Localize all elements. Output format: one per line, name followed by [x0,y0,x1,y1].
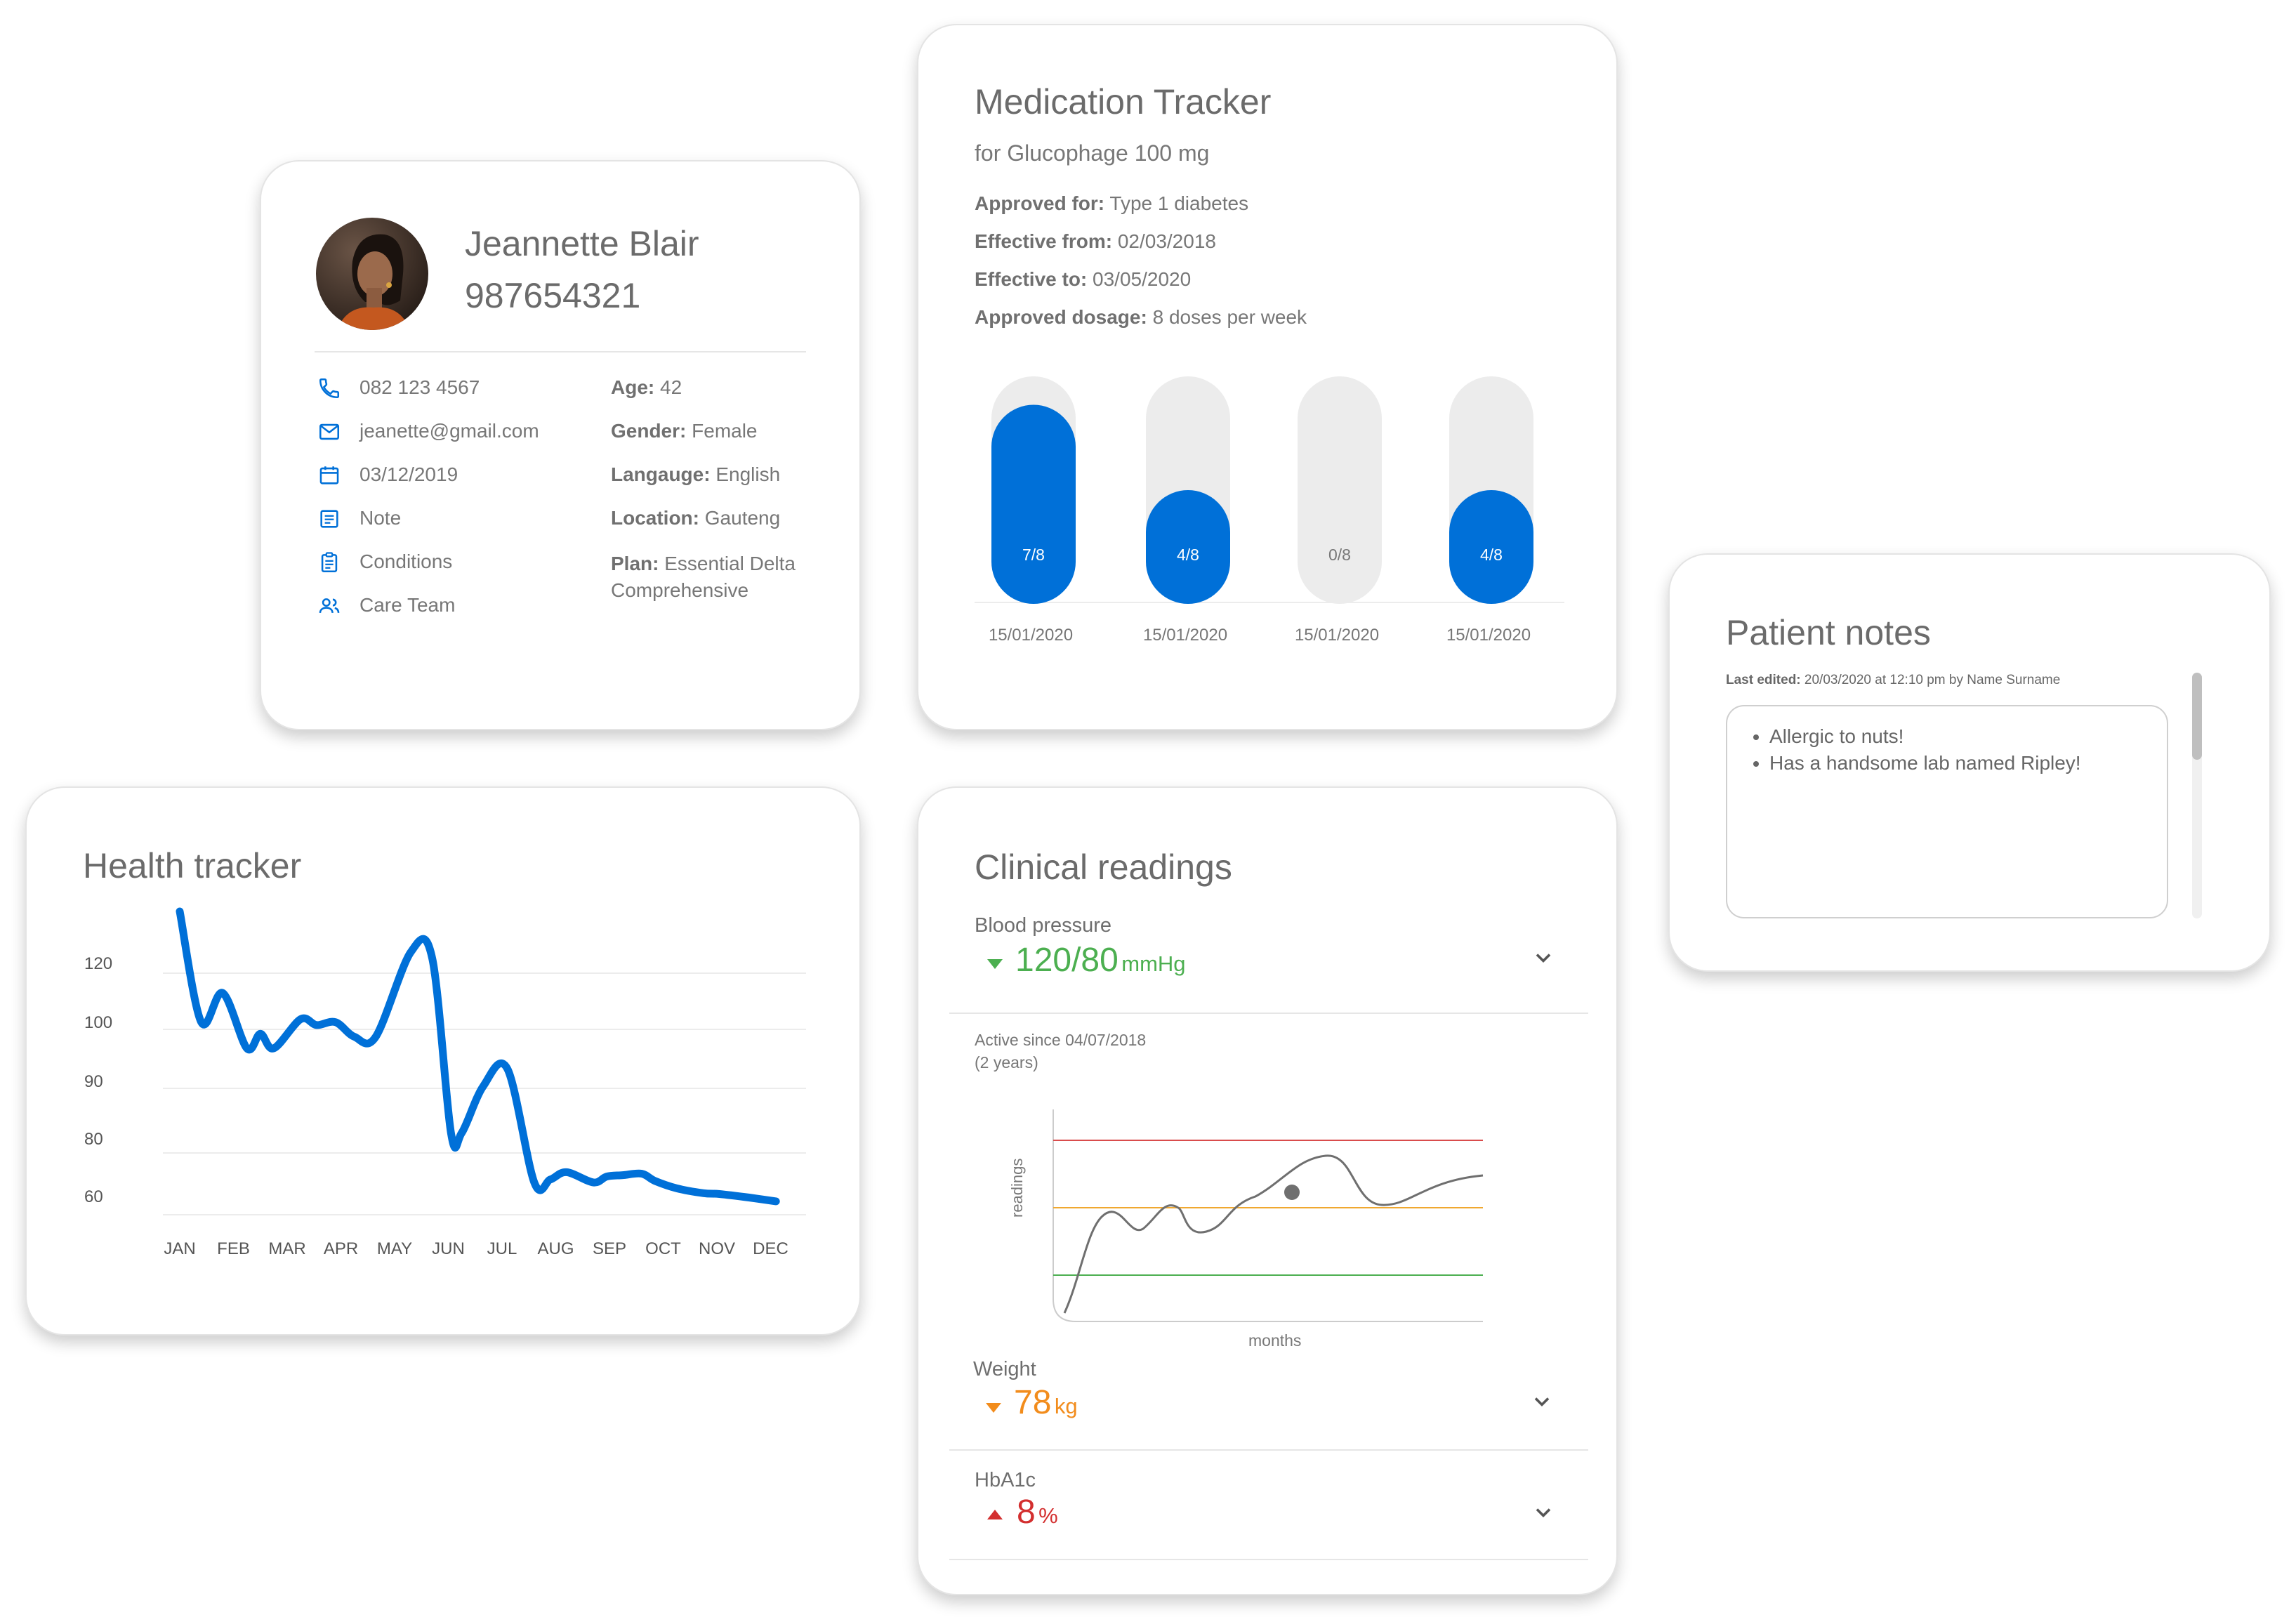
weight-row[interactable]: Weight 78 kg [918,1358,1592,1449]
x-tick-label: MAR [268,1239,305,1258]
detail-value: Gauteng [704,507,781,529]
notes-textarea[interactable]: Allergic to nuts! Has a handsome lab nam… [1726,705,2168,918]
calendar-icon [317,463,341,487]
dose-date: 15/01/2020 [1446,626,1531,645]
note-item: Allergic to nuts! [1769,723,2167,750]
clipboard-icon [317,550,341,574]
x-tick-label: JUN [432,1239,465,1258]
detail-label: Langauge: [611,463,711,485]
x-tick-label: MAY [377,1239,412,1258]
x-tick-label: NOV [699,1239,735,1258]
dose-label: 4/8 [1177,546,1199,564]
dose-date: 15/01/2020 [1143,626,1227,645]
detail-location: Location: Gauteng [611,507,780,529]
y-tick-label: 80 [84,1130,103,1149]
avatar[interactable] [316,218,428,330]
clinical-readings-card: Clinical readings Blood pressure 120/80 … [917,786,1618,1595]
scrollbar-track[interactable] [2192,673,2202,918]
divider [949,1449,1588,1451]
x-tick-label: DEC [753,1239,789,1258]
notes-list: Allergic to nuts! Has a handsome lab nam… [1727,723,2167,777]
detail-plan: Plan: Essential Delta Comprehensive [611,550,822,604]
y-tick-label: 90 [84,1072,103,1091]
hba1c-row[interactable]: HbA1c 8 % [918,1469,1592,1559]
detail-age: Age: 42 [611,376,682,399]
detail-language: Langauge: English [611,463,780,486]
mini-chart-xlabel: months [1248,1331,1302,1350]
y-tick-label: 120 [84,954,112,973]
detail-label: Location: [611,507,699,529]
medication-tracker-card: Medication Tracker for Glucophage 100 mg… [917,24,1618,730]
x-tick-label: FEB [217,1239,250,1258]
note-item: Has a handsome lab named Ripley! [1769,750,2167,777]
weight-unit: kg [1054,1394,1078,1418]
notes-title: Patient notes [1726,613,1931,652]
y-tick-label: 60 [84,1187,103,1206]
contact-date[interactable]: 03/12/2019 [359,463,458,486]
x-tick-label: JAN [164,1239,195,1258]
mail-icon [317,420,341,444]
reading-line [1063,1154,1484,1314]
chevron-down-icon[interactable] [1529,1389,1555,1414]
y-tick-label: 100 [84,1013,112,1032]
scrollbar-thumb[interactable] [2192,673,2202,760]
x-tick-label: OCT [645,1239,681,1258]
divider [949,1559,1588,1560]
last-edited: Last edited: 20/03/2020 at 12:10 pm by N… [1726,673,2060,688]
detail-label: Plan: [611,553,659,574]
weight-value: 78 [1014,1384,1052,1421]
contact-email[interactable]: jeanette@gmail.com [359,420,539,442]
detail-label: Gender: [611,420,687,442]
current-reading-dot [1284,1185,1300,1200]
dose-label: 7/8 [1022,546,1045,564]
x-tick-label: APR [324,1239,358,1258]
phone-icon [317,376,341,400]
hba1c-label: HbA1c [975,1469,1036,1491]
detail-value: 42 [660,376,682,398]
chevron-down-icon[interactable] [1531,1500,1556,1525]
contact-conditions[interactable]: Conditions [359,550,452,573]
dose-date: 15/01/2020 [1295,626,1379,645]
dose-chart: 7/8 15/01/2020 4/8 15/01/2020 0/8 15/01/2020 4… [975,376,1564,645]
contact-phone[interactable]: 082 123 4567 [359,376,480,399]
weight-label: Weight [973,1358,1036,1380]
mini-chart-ylabel: readings [1008,1158,1026,1218]
dose-fill [991,404,1076,604]
hba1c-value: 8 [1017,1494,1036,1531]
dose-date: 15/01/2020 [989,626,1073,645]
detail-gender: Gender: Female [611,420,758,442]
trend-down-icon [984,1402,1003,1418]
last-edited-value: 20/03/2020 at 12:10 pm by Name Surname [1804,673,2061,687]
hba1c-unit: % [1038,1503,1058,1528]
divider [315,351,806,352]
trend-up-icon [986,1508,1004,1524]
dose-track [1298,376,1382,604]
health-tracker-card: Health tracker 120 100 90 80 60 JAN FEB MAR APR M… [25,786,861,1336]
patient-card: Jeannette Blair 987654321 082 123 4567 j… [260,160,861,730]
last-edited-label: Last edited: [1726,673,1801,687]
contact-care-team[interactable]: Care Team [359,594,455,617]
x-tick-label: JUL [487,1239,517,1258]
detail-value: Female [692,420,758,442]
people-icon [317,594,341,618]
patient-notes-card: Patient notes Last edited: 20/03/2020 at… [1668,553,2271,972]
detail-label: Age: [611,376,655,398]
contact-note[interactable]: Note [359,507,401,529]
dose-label: 0/8 [1328,546,1351,564]
health-series-line [176,907,780,1206]
note-icon [317,507,341,531]
hba1c-value-line: 8 % [1017,1493,1058,1531]
patient-name: Jeannette Blair [465,224,699,263]
chart-axis-corner [1053,1298,1483,1322]
x-tick-label: AUG [537,1239,574,1258]
weight-value-line: 78 kg [1014,1383,1078,1422]
detail-value: English [715,463,781,485]
patient-id: 987654321 [465,276,641,315]
health-chart: 120 100 90 80 60 JAN FEB MAR APR MAY JUN JUL AUG SEP O… [84,907,806,1258]
x-tick-label: SEP [593,1239,626,1258]
dose-label: 4/8 [1480,546,1503,564]
